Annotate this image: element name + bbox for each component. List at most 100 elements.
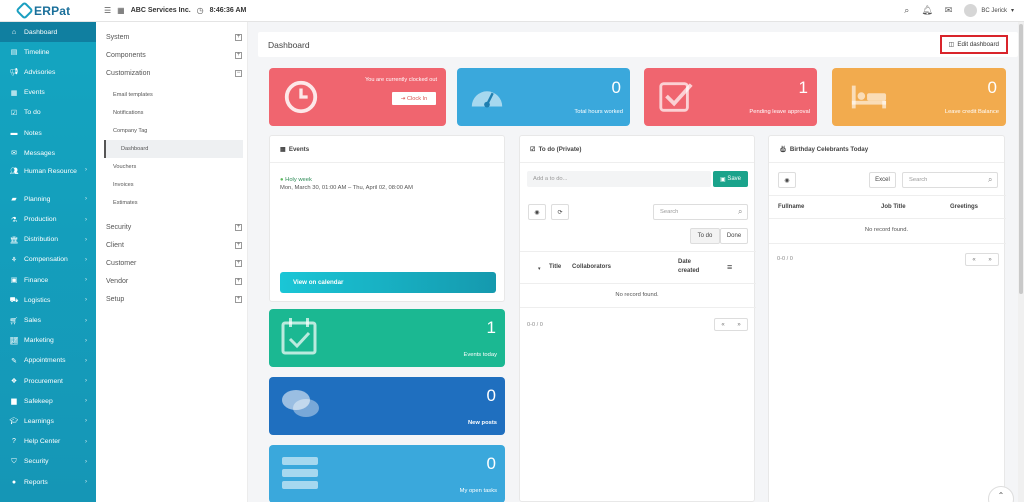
excel-export-button[interactable]: Excel (869, 172, 896, 188)
column-title[interactable]: Title (549, 264, 561, 270)
sidebar-item-label: Learnings (24, 417, 54, 425)
sidebar-item-events[interactable]: ▦ Events (0, 83, 96, 103)
submenu-customization[interactable]: Customization − (96, 64, 247, 82)
column-fullname[interactable]: Fullname (778, 204, 804, 210)
edit-dashboard-button[interactable]: ◫ Edit dashboard (939, 35, 1008, 54)
submenu-item-company-tag[interactable]: Company Tag (96, 122, 247, 140)
graduation-icon: 🎓︎ (9, 418, 19, 426)
expand-icon[interactable]: + (235, 241, 242, 249)
sidebar-item-label: Sales (24, 317, 42, 325)
expand-icon[interactable]: + (235, 259, 242, 267)
clock-status-text: You are currently clocked out (365, 77, 437, 83)
menu-toggle-icon[interactable]: ☰ (104, 6, 111, 15)
sidebar-item-marketing[interactable]: 📈︎ Marketing › (0, 331, 96, 351)
events-today-tile[interactable]: 1 Events today (269, 309, 505, 367)
submenu-customer[interactable]: Customer + (96, 254, 247, 272)
page-header: Dashboard ◫ Edit dashboard (258, 32, 1018, 57)
event-name[interactable]: Holy week (285, 177, 312, 183)
total-hours-card[interactable]: 0 Total hours worked (457, 68, 630, 126)
sidebar-item-label: Appointments (24, 357, 66, 365)
user-menu[interactable]: BC Jerick ▾ (964, 4, 1014, 17)
clock-in-button[interactable]: ⇥ Clock In (392, 92, 436, 105)
submenu-client[interactable]: Client + (96, 236, 247, 254)
column-date-created[interactable]: Date created (678, 258, 710, 276)
bell-icon[interactable]: 🔔︎ (921, 5, 932, 16)
sidebar-item-finance[interactable]: ▣ Finance › (0, 270, 96, 290)
sidebar-item-human-resource[interactable]: 👥︎ Human Resource › (0, 163, 96, 189)
sidebar-item-advisories[interactable]: 📢︎ Advisories (0, 62, 96, 82)
column-greetings[interactable]: Greetings (950, 204, 978, 210)
tab-done[interactable]: Done (720, 228, 748, 244)
sidebar-item-label: Safekeep (24, 397, 53, 405)
sidebar-item-logistics[interactable]: ⛟ Logistics › (0, 290, 96, 310)
events-card: ▦ Events ● Holy week Mon, March 30, 01:00… (269, 135, 505, 302)
sidebar-item-distribution[interactable]: 🏛︎ Distribution › (0, 230, 96, 250)
pending-leave-card[interactable]: 1 Pending leave approval (644, 68, 817, 126)
sidebar-item-appointments[interactable]: ✎ Appointments › (0, 351, 96, 371)
sidebar-item-timeline[interactable]: ▤ Timeline (0, 42, 96, 62)
sidebar-item-production[interactable]: ⚗ Production › (0, 210, 96, 230)
sidebar-item-safekeep[interactable]: ▆ Safekeep › (0, 391, 96, 411)
submenu-system[interactable]: System + (96, 28, 247, 46)
total-hours-label: Total hours worked (574, 109, 623, 115)
column-job-title[interactable]: Job Title (881, 204, 906, 210)
todo-search-input[interactable]: Search (653, 204, 748, 220)
sidebar-item-procurement[interactable]: ❖ Procurement › (0, 371, 96, 391)
save-todo-button[interactable]: ▣ Save (713, 171, 748, 187)
sidebar-item-security[interactable]: ⛉ Security › (0, 452, 96, 472)
leave-credit-card[interactable]: 0 Leave credit Balance (832, 68, 1006, 126)
event-link[interactable]: ● Holy week (280, 177, 504, 183)
column-collaborators[interactable]: Collaborators (572, 264, 611, 270)
submenu-item-email-templates[interactable]: Email templates (96, 86, 247, 104)
submenu-vendor[interactable]: Vendor + (96, 272, 247, 290)
submenu-item-invoices[interactable]: Invoices (96, 176, 247, 194)
submenu-item-dashboard[interactable]: Dashboard (104, 140, 243, 158)
view-on-calendar-button[interactable]: View on calendar (280, 272, 496, 293)
submenu-item-vouchers[interactable]: Vouchers (96, 158, 247, 176)
collapse-icon[interactable]: − (235, 69, 242, 77)
toggle-columns-button[interactable]: ◉ (778, 172, 796, 188)
new-posts-tile[interactable]: 0 New posts (269, 377, 505, 435)
prev-page-icon[interactable]: « (966, 254, 982, 265)
sidebar-item-to-do[interactable]: ☑ To do (0, 103, 96, 123)
menu-icon[interactable]: ≡ (727, 262, 732, 272)
search-icon[interactable]: ⌕ (904, 5, 909, 16)
calendar-check-icon (281, 318, 317, 355)
submenu-components[interactable]: Components + (96, 46, 247, 64)
sidebar-item-planning[interactable]: ▰ Planning › (0, 189, 96, 209)
cart-icon: 🛒︎ (9, 317, 19, 325)
sidebar-item-dashboard[interactable]: ⌂ Dashboard (0, 22, 96, 43)
submenu-item-estimates[interactable]: Estimates (96, 194, 247, 212)
scrollbar-thumb[interactable] (1019, 24, 1023, 294)
expand-icon[interactable]: + (235, 51, 242, 59)
prev-page-icon[interactable]: « (715, 319, 731, 330)
top-bar: ERPat ☰ ▦ ABC Services Inc. ◷ 8:46:36 AM… (0, 0, 1024, 22)
sort-icon[interactable]: ▾ (538, 266, 541, 272)
submenu-setup[interactable]: Setup + (96, 290, 247, 308)
expand-icon[interactable]: + (235, 223, 242, 231)
sidebar-item-compensation[interactable]: ⚘ Compensation › (0, 250, 96, 270)
sidebar-item-messages[interactable]: ✉ Messages (0, 143, 96, 163)
sidebar-item-reports[interactable]: ● Reports › (0, 472, 96, 492)
birthday-search-input[interactable]: Search (902, 172, 998, 188)
next-page-icon[interactable]: » (982, 254, 998, 265)
app-logo[interactable]: ERPat (0, 0, 96, 22)
open-tasks-tile[interactable]: 0 My open tasks (269, 445, 505, 502)
mail-icon[interactable]: ✉ (945, 5, 953, 16)
tab-todo[interactable]: To do (690, 228, 720, 244)
toggle-columns-button[interactable]: ◉ (528, 204, 546, 220)
sidebar-item-label: Compensation (24, 256, 68, 264)
expand-icon[interactable]: + (235, 277, 242, 285)
refresh-button[interactable]: ⟳ (551, 204, 569, 220)
expand-icon[interactable]: + (235, 33, 242, 41)
report-icon: ● (11, 478, 17, 486)
sidebar-item-learnings[interactable]: 🎓︎ Learnings › (0, 411, 96, 431)
sidebar-item-help-center[interactable]: ? Help Center › (0, 432, 96, 452)
sidebar-item-sales[interactable]: 🛒︎ Sales › (0, 310, 96, 330)
submenu-security[interactable]: Security + (96, 218, 247, 236)
sidebar-item-notes[interactable]: ▬ Notes (0, 123, 96, 143)
next-page-icon[interactable]: » (731, 319, 747, 330)
add-todo-input[interactable]: Add a to do... (527, 171, 711, 187)
submenu-item-notifications[interactable]: Notifications (96, 104, 247, 122)
expand-icon[interactable]: + (235, 295, 242, 303)
